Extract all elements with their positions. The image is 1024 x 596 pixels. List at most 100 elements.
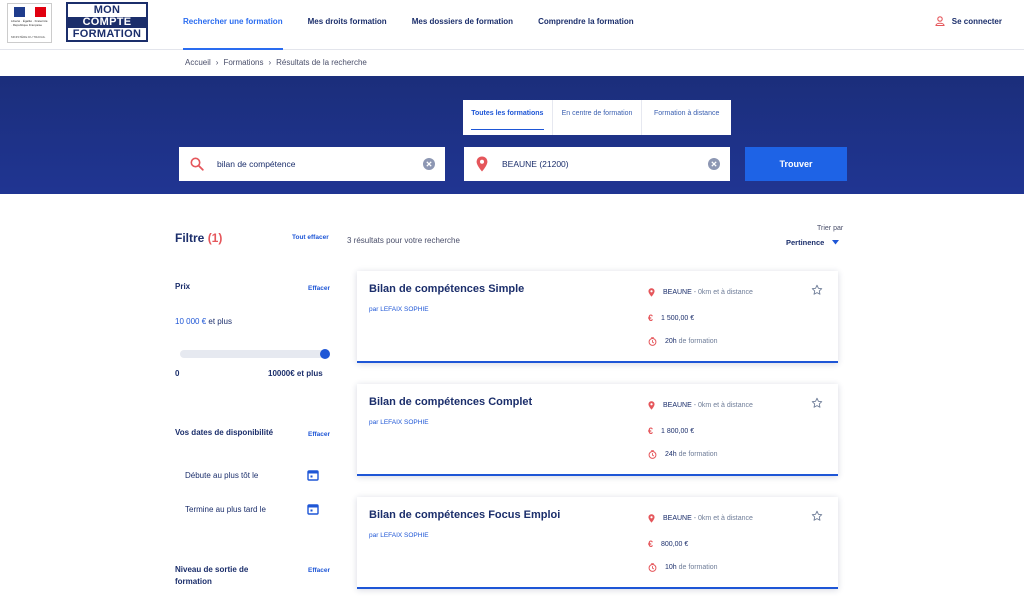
breadcrumb-current: Résultats de la recherche	[276, 58, 367, 67]
card-title[interactable]: Bilan de compétences Simple	[369, 283, 524, 295]
euro-icon: €	[648, 539, 654, 549]
card-location: BEAUNE - 0km et à distance	[648, 401, 753, 410]
filter-title-label: Filtre	[175, 231, 205, 245]
tab-toutes-formations[interactable]: Toutes les formations	[463, 100, 552, 135]
result-card[interactable]: Bilan de compétences Focus Emploi par LE…	[357, 497, 838, 589]
result-card[interactable]: Bilan de compétences Complet par LEFAIX …	[357, 384, 838, 476]
french-flag-icon	[14, 7, 47, 17]
card-duration: 10h de formation	[648, 563, 718, 572]
card-price-value: 1 800,00 €	[661, 427, 695, 435]
calendar-icon[interactable]	[307, 469, 319, 481]
breadcrumb-home[interactable]: Accueil	[185, 58, 211, 67]
location-input[interactable]: BEAUNE (21200)	[502, 159, 569, 169]
filter-title: Filtre (1)	[175, 231, 222, 245]
user-icon	[935, 16, 945, 26]
logo-word: MON	[93, 4, 121, 16]
chevron-right-icon: ›	[215, 58, 219, 67]
breadcrumb: Accueil › Formations › Résultats de la r…	[185, 58, 367, 67]
location-pin-icon	[648, 401, 655, 410]
card-price-value: 800,00 €	[661, 540, 689, 548]
logo-word: COMPTE	[68, 17, 146, 28]
search-button[interactable]: Trouver	[745, 147, 847, 181]
logo-word: FORMATION	[72, 28, 142, 40]
tab-centre-formation[interactable]: En centre de formation	[551, 100, 642, 135]
republique-francaise-logo[interactable]: Liberté · Égalité · Fraternité · Républi…	[7, 3, 52, 43]
nav-mes-droits[interactable]: Mes droits formation	[308, 0, 387, 50]
card-city: BEAUNE	[663, 289, 692, 296]
card-distance: - 0km et à distance	[693, 515, 753, 522]
slider-max-label: 10000€ et plus	[268, 369, 323, 378]
mon-compte-formation-logo[interactable]: MON COMPTE FORMATION	[66, 2, 148, 42]
card-hours-suffix: de formation	[678, 564, 718, 571]
card-hours: 24h	[665, 451, 677, 458]
timer-icon	[648, 337, 657, 346]
results-count: 3 résultats pour votre recherche	[347, 236, 460, 245]
card-hours-suffix: de formation	[678, 451, 718, 458]
price-amount: 10 000 €	[175, 317, 207, 326]
clear-icon[interactable]	[708, 158, 720, 170]
card-distance: - 0km et à distance	[693, 402, 753, 409]
price-filter-label: Prix	[175, 282, 191, 291]
card-distance: - 0km et à distance	[693, 289, 753, 296]
search-icon	[190, 157, 204, 171]
price-value: 10 000 € et plus	[175, 317, 232, 326]
card-location: BEAUNE - 0km et à distance	[648, 514, 753, 523]
top-header: Liberté · Égalité · Fraternité · Républi…	[0, 0, 1024, 50]
price-suffix: et plus	[208, 317, 232, 326]
caret-down-icon	[832, 240, 840, 245]
rf-logo-text: Liberté · Égalité · Fraternité · Républi…	[11, 19, 48, 27]
ministry-text: MINISTÈRE DU TRAVAIL	[11, 35, 46, 39]
sort-dropdown[interactable]: Pertinence	[786, 238, 840, 247]
card-title[interactable]: Bilan de compétences Focus Emploi	[369, 509, 560, 521]
card-title[interactable]: Bilan de compétences Complet	[369, 396, 532, 408]
keyword-search-field[interactable]: bilan de compétence	[179, 147, 445, 181]
sort-value: Pertinence	[786, 238, 825, 247]
favorite-star-icon[interactable]	[811, 510, 823, 522]
card-price-value: 1 500,00 €	[661, 314, 695, 322]
card-organization: par LEFAIX SOPHIE	[369, 532, 429, 539]
dates-filter-label: Vos dates de disponibilité	[175, 428, 274, 437]
breadcrumb-formations[interactable]: Formations	[223, 58, 263, 67]
level-filter-label: Niveau de sortie de formation	[175, 565, 249, 586]
main-nav: Rechercher une formation Mes droits form…	[183, 0, 659, 50]
card-price: € 1 500,00 €	[648, 313, 694, 323]
favorite-star-icon[interactable]	[811, 284, 823, 296]
timer-icon	[648, 563, 657, 572]
slider-handle[interactable]	[320, 349, 330, 359]
training-mode-tabs: Toutes les formations En centre de forma…	[463, 100, 731, 135]
card-price: € 800,00 €	[648, 539, 688, 549]
keyword-input[interactable]: bilan de compétence	[217, 159, 295, 169]
card-city: BEAUNE	[663, 515, 692, 522]
euro-icon: €	[648, 313, 654, 323]
nav-mes-dossiers[interactable]: Mes dossiers de formation	[412, 0, 513, 50]
favorite-star-icon[interactable]	[811, 397, 823, 409]
clear-dates-link[interactable]: Effacer	[308, 431, 330, 438]
card-duration: 20h de formation	[648, 337, 718, 346]
clear-all-filters-link[interactable]: Tout effacer	[292, 234, 329, 241]
card-hours: 10h	[665, 564, 677, 571]
card-duration: 24h de formation	[648, 450, 718, 459]
filter-count: (1)	[207, 231, 223, 245]
clear-level-link[interactable]: Effacer	[308, 567, 330, 574]
card-price: € 1 800,00 €	[648, 426, 694, 436]
card-organization: par LEFAIX SOPHIE	[369, 419, 429, 426]
login-button[interactable]: Se connecter	[935, 16, 1002, 26]
nav-comprendre[interactable]: Comprendre la formation	[538, 0, 634, 50]
clear-icon[interactable]	[423, 158, 435, 170]
tab-formation-distance[interactable]: Formation à distance	[641, 100, 731, 135]
nav-rechercher-formation[interactable]: Rechercher une formation	[183, 0, 283, 50]
clear-price-link[interactable]: Effacer	[308, 285, 330, 292]
calendar-icon[interactable]	[307, 503, 319, 515]
card-organization: par LEFAIX SOPHIE	[369, 306, 429, 313]
card-hours: 20h	[665, 338, 677, 345]
start-date-label[interactable]: Débute au plus tôt le	[185, 471, 258, 480]
sort-label: Trier par	[817, 225, 844, 232]
location-pin-icon	[648, 288, 655, 297]
location-pin-icon	[476, 156, 488, 172]
location-search-field[interactable]: BEAUNE (21200)	[464, 147, 730, 181]
card-city: BEAUNE	[663, 402, 692, 409]
end-date-label[interactable]: Termine au plus tard le	[185, 505, 266, 514]
result-card[interactable]: Bilan de compétences Simple par LEFAIX S…	[357, 271, 838, 363]
price-slider[interactable]	[180, 349, 330, 359]
slider-min-label: 0	[175, 369, 180, 378]
